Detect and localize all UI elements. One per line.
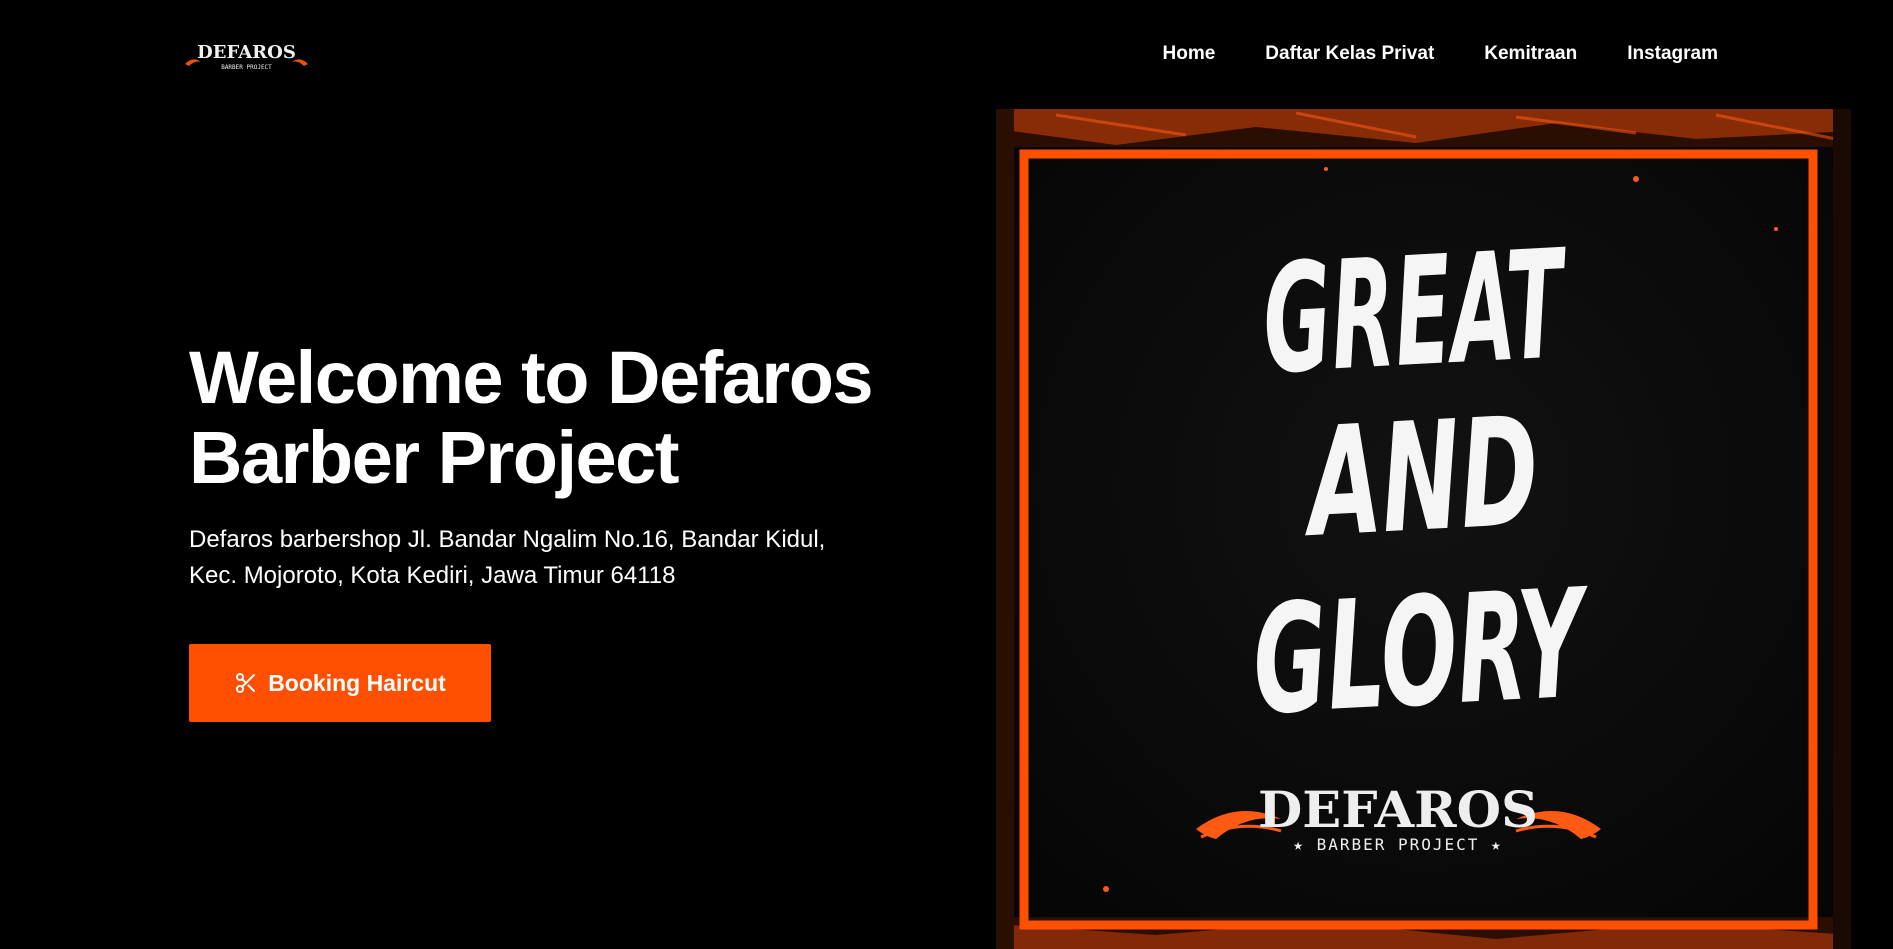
poster-brand: DEFAROS — [1258, 780, 1538, 839]
great-and-glory-poster: GREAT AND GLORY DEFAROS ★ BARBER PROJECT… — [996, 109, 1851, 949]
brand-logo[interactable]: DEFAROS BARBER PROJECT — [183, 38, 310, 74]
hero-address: Defaros barbershop Jl. Bandar Ngalim No.… — [189, 526, 826, 589]
booking-button-label: Booking Haircut — [268, 669, 446, 696]
poster-subbrand: ★ BARBER PROJECT ★ — [1293, 835, 1502, 854]
poster-line-glory: GLORY — [1249, 557, 1596, 748]
poster-line-great: GREAT — [1259, 218, 1574, 408]
scissors-icon — [234, 671, 258, 695]
hero-title: Welcome to Defaros Barber Project — [189, 336, 874, 499]
main-nav: Home Daftar Kelas Privat Kemitraan Insta… — [1163, 43, 1719, 65]
nav-instagram[interactable]: Instagram — [1627, 43, 1718, 65]
nav-home[interactable]: Home — [1163, 43, 1216, 65]
poster-line-and: AND — [1298, 385, 1543, 571]
logo-text: DEFAROS — [197, 42, 296, 63]
nav-kemitraan[interactable]: Kemitraan — [1484, 43, 1577, 65]
logo-subtext: BARBER PROJECT — [221, 64, 272, 71]
nav-daftar-kelas-privat[interactable]: Daftar Kelas Privat — [1265, 43, 1434, 65]
booking-haircut-button[interactable]: Booking Haircut — [189, 644, 491, 722]
